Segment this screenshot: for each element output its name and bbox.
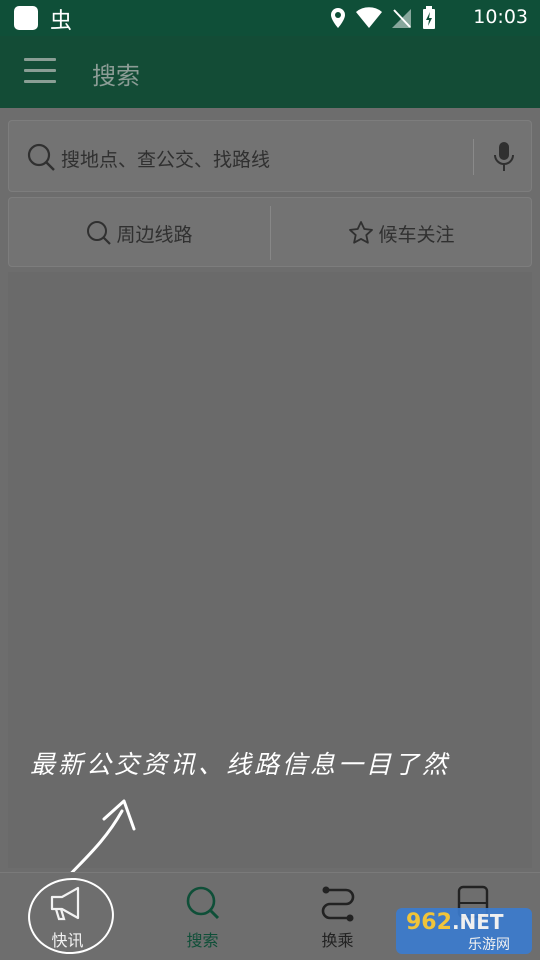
status-time: 10:03	[473, 6, 528, 28]
watermark-sub: 乐游网	[468, 937, 510, 953]
search-icon	[27, 143, 55, 171]
nearby-routes-button[interactable]: 周边线路	[9, 198, 270, 268]
route-icon	[321, 886, 354, 922]
search-icon	[186, 886, 219, 920]
follow-stops-button[interactable]: 候车关注	[271, 198, 532, 268]
mic-icon[interactable]	[493, 141, 515, 173]
search-divider	[473, 139, 474, 175]
wifi-icon	[356, 7, 382, 29]
battery-charging-icon	[423, 6, 435, 29]
app-bar: 搜索	[0, 36, 540, 108]
status-icons	[330, 6, 436, 30]
no-signal-icon	[392, 9, 411, 28]
star-icon	[349, 221, 374, 244]
nav-label-search: 搜索	[186, 931, 219, 950]
nav-label-transfer: 换乘	[321, 931, 354, 950]
site-watermark-logo: 962.NET 乐游网	[396, 908, 532, 954]
follow-stops-label: 候车关注	[378, 223, 455, 246]
status-bar: 虫 10:03	[0, 0, 540, 36]
nav-item-search[interactable]: 搜索	[135, 873, 270, 960]
search-icon	[87, 221, 112, 245]
search-placeholder: 搜地点、查公交、找路线	[61, 149, 271, 171]
notification-bug-icon: 虫	[50, 9, 73, 34]
search-input[interactable]: 搜地点、查公交、找路线	[8, 120, 532, 192]
guide-hint-text: 最新公交资讯、线路信息一目了然	[30, 750, 451, 779]
notification-app-icon	[14, 6, 38, 30]
watermark-brand: 962.NET	[406, 910, 504, 935]
hamburger-icon[interactable]	[24, 58, 56, 86]
quick-actions: 周边线路 候车关注	[8, 197, 532, 267]
nav-item-transfer[interactable]: 换乘	[270, 873, 405, 960]
page-title: 搜索	[92, 62, 140, 90]
location-icon	[331, 8, 345, 28]
nearby-routes-label: 周边线路	[116, 223, 193, 246]
